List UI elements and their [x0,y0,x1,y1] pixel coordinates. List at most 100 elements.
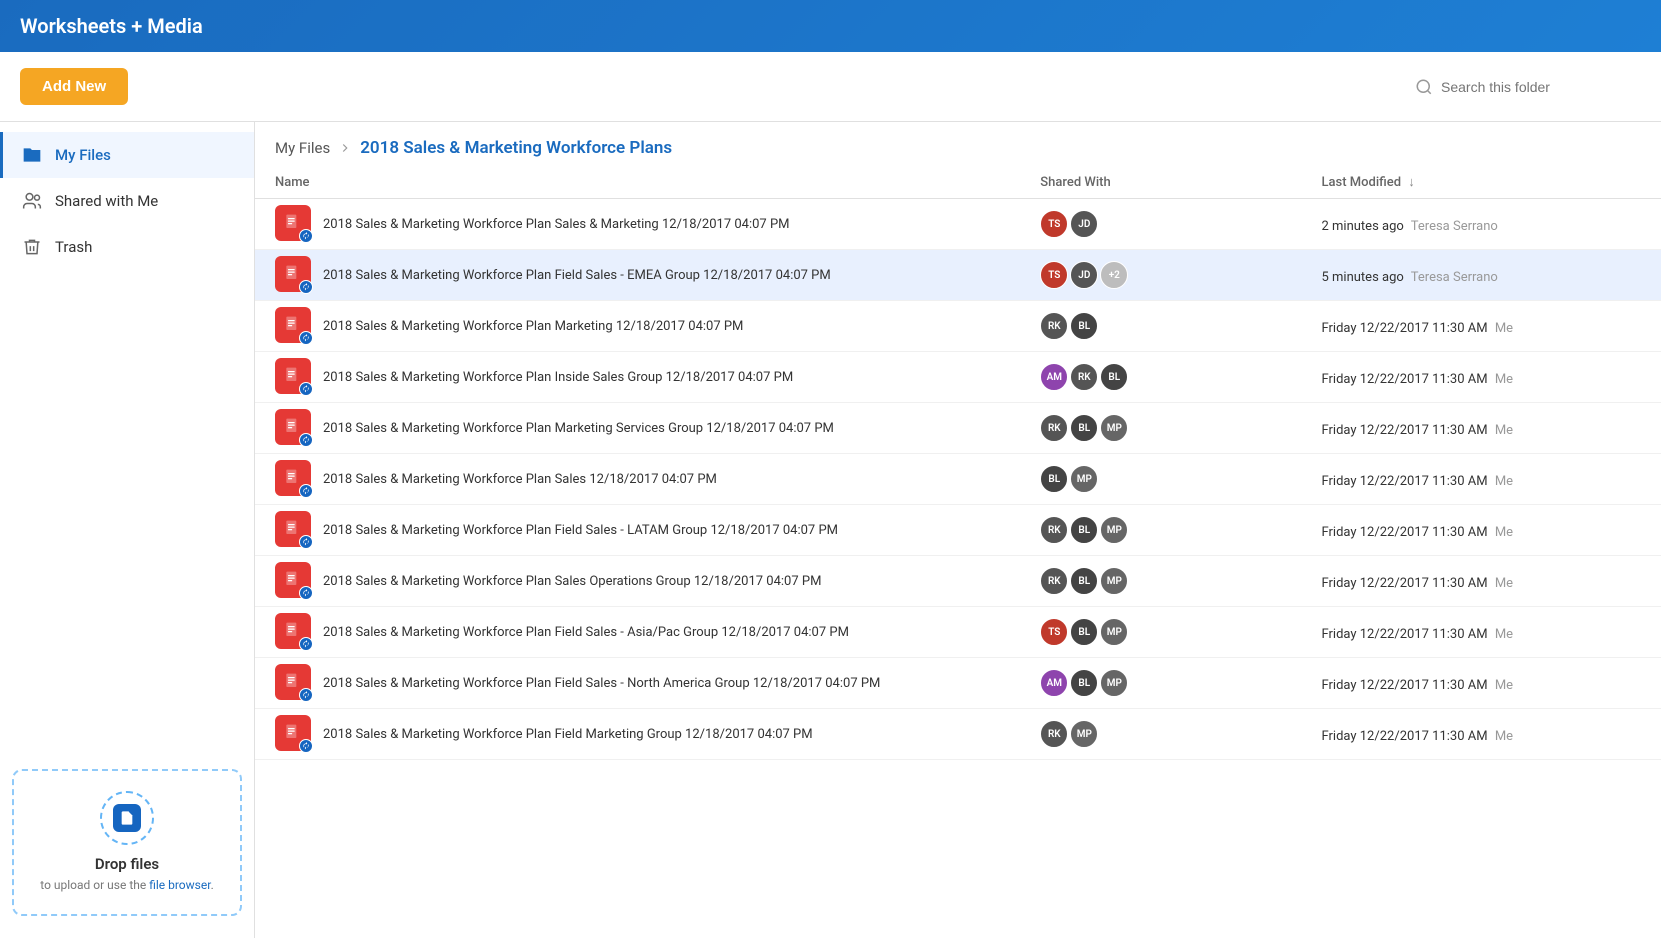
table-row[interactable]: 2018 Sales & Marketing Workforce Plan Fi… [255,709,1661,760]
avatar: BL [1070,618,1098,646]
avatar: BL [1070,516,1098,544]
avatar-extra-count: +2 [1100,261,1128,289]
table-row[interactable]: 2018 Sales & Marketing Workforce Plan In… [255,352,1661,403]
content-area: My Files 2018 Sales & Marketing Workforc… [255,122,1661,938]
table-row[interactable]: 2018 Sales & Marketing Workforce Plan Fi… [255,658,1661,709]
file-sync-badge [299,586,313,600]
file-name-cell: 2018 Sales & Marketing Workforce Plan Fi… [275,664,1016,702]
file-icon [275,256,313,294]
modifier-name: Teresa Serrano [1408,219,1498,234]
table-row[interactable]: 2018 Sales & Marketing Workforce Plan Ma… [255,403,1661,454]
shared-avatars: TSJD [1040,210,1297,238]
file-name-cell: 2018 Sales & Marketing Workforce Plan Fi… [275,511,1016,549]
file-sync-badge [299,637,313,651]
file-icon [275,715,313,753]
table-row[interactable]: 2018 Sales & Marketing Workforce Plan Fi… [255,607,1661,658]
sidebar-label-shared-with-me: Shared with Me [55,192,158,210]
file-name-cell: 2018 Sales & Marketing Workforce Plan Fi… [275,256,1016,294]
shared-avatars: TSJD+2 [1040,261,1297,289]
avatar: RK [1040,516,1068,544]
file-name-cell: 2018 Sales & Marketing Workforce Plan In… [275,358,1016,396]
sort-arrow-icon: ↓ [1408,175,1415,190]
file-sync-badge [299,331,313,345]
file-browser-link[interactable]: file browser [149,878,210,892]
add-new-button[interactable]: Add New [20,68,128,105]
breadcrumb-current: 2018 Sales & Marketing Workforce Plans [360,138,672,158]
toolbar: Add New [0,52,1661,122]
file-sync-badge [299,280,313,294]
last-modified: Friday 12/22/2017 11:30 AM Me [1321,576,1513,591]
breadcrumb: My Files 2018 Sales & Marketing Workforc… [255,122,1661,166]
modifier-name: Me [1492,729,1513,744]
sidebar-label-trash: Trash [55,238,92,256]
modifier-name: Me [1492,474,1513,489]
avatar: RK [1070,363,1098,391]
avatar: JD [1070,210,1098,238]
file-name-text: 2018 Sales & Marketing Workforce Plan In… [323,370,793,385]
avatar: AM [1040,669,1068,697]
breadcrumb-chevron-icon [338,141,352,155]
avatar: JD [1070,261,1098,289]
avatar: BL [1070,312,1098,340]
avatar: RK [1040,567,1068,595]
col-header-shared-with: Shared With [1028,166,1309,199]
sidebar-item-shared-with-me[interactable]: Shared with Me [0,178,254,224]
table-row[interactable]: 2018 Sales & Marketing Workforce Plan Fi… [255,505,1661,556]
file-sync-badge [299,484,313,498]
drop-zone[interactable]: Drop files to upload or use the file bro… [12,769,242,916]
avatar: BL [1040,465,1068,493]
sidebar-item-trash[interactable]: Trash [0,224,254,270]
file-name-text: 2018 Sales & Marketing Workforce Plan Ma… [323,421,834,436]
breadcrumb-parent[interactable]: My Files [275,139,330,157]
avatar: MP [1100,567,1128,595]
modifier-name: Teresa Serrano [1408,270,1498,285]
sidebar-label-my-files: My Files [55,146,111,164]
avatar: MP [1100,414,1128,442]
file-icon [275,562,313,600]
avatar: MP [1070,465,1098,493]
shared-icon [21,190,43,212]
table-row[interactable]: 2018 Sales & Marketing Workforce Plan Sa… [255,199,1661,250]
modifier-name: Me [1492,321,1513,336]
file-name-cell: 2018 Sales & Marketing Workforce Plan Fi… [275,613,1016,651]
table-row[interactable]: 2018 Sales & Marketing Workforce Plan Sa… [255,454,1661,505]
file-name-cell: 2018 Sales & Marketing Workforce Plan Sa… [275,460,1016,498]
avatar: BL [1070,414,1098,442]
modifier-name: Me [1492,627,1513,642]
col-header-last-modified[interactable]: Last Modified ↓ [1309,166,1661,199]
file-name-cell: 2018 Sales & Marketing Workforce Plan Sa… [275,205,1016,243]
avatar: RK [1040,414,1068,442]
table-row[interactable]: 2018 Sales & Marketing Workforce Plan Ma… [255,301,1661,352]
file-name-text: 2018 Sales & Marketing Workforce Plan Ma… [323,319,743,334]
sidebar: My Files Shared with Me Trash [0,122,255,938]
shared-avatars: RKBLMP [1040,414,1297,442]
file-sync-badge [299,688,313,702]
file-sync-badge [299,382,313,396]
sidebar-item-my-files[interactable]: My Files [0,132,254,178]
avatar: MP [1070,720,1098,748]
last-modified: Friday 12/22/2017 11:30 AM Me [1321,372,1513,387]
file-sync-badge [299,535,313,549]
app-header: Worksheets + Media [0,0,1661,52]
main-layout: My Files Shared with Me Trash [0,122,1661,938]
avatar: TS [1040,261,1068,289]
avatar: BL [1070,669,1098,697]
shared-avatars: RKMP [1040,720,1297,748]
last-modified: Friday 12/22/2017 11:30 AM Me [1321,729,1513,744]
file-icon [275,358,313,396]
file-icon [275,307,313,345]
avatar: BL [1070,567,1098,595]
modifier-name: Me [1492,576,1513,591]
last-modified: Friday 12/22/2017 11:30 AM Me [1321,525,1513,540]
search-input[interactable] [1441,79,1641,95]
drop-zone-title: Drop files [30,855,224,873]
last-modified: 5 minutes ago Teresa Serrano [1321,270,1497,285]
last-modified: Friday 12/22/2017 11:30 AM Me [1321,321,1513,336]
avatar: AM [1040,363,1068,391]
file-name-cell: 2018 Sales & Marketing Workforce Plan Sa… [275,562,1016,600]
file-icon [275,409,313,447]
table-row[interactable]: 2018 Sales & Marketing Workforce Plan Fi… [255,250,1661,301]
shared-avatars: RKBL [1040,312,1297,340]
avatar: BL [1100,363,1128,391]
table-row[interactable]: 2018 Sales & Marketing Workforce Plan Sa… [255,556,1661,607]
